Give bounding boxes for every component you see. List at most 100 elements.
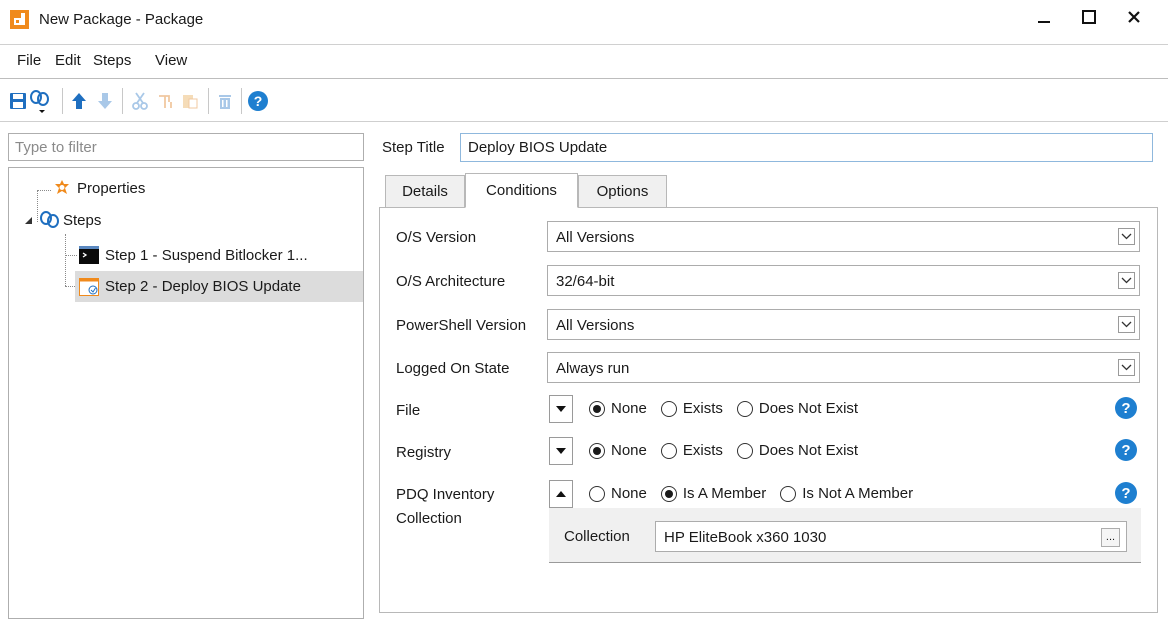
- collection-field[interactable]: HP EliteBook x360 1030 ...: [655, 521, 1127, 552]
- powershell-version-select[interactable]: All Versions: [547, 309, 1140, 340]
- help-icon[interactable]: ?: [1115, 397, 1137, 419]
- radio-dot: [589, 442, 605, 459]
- logged-on-state-select[interactable]: Always run: [547, 352, 1140, 383]
- collapse-arrow-icon[interactable]: [23, 215, 33, 225]
- registry-expand-toggle[interactable]: [549, 437, 573, 465]
- radio-label: Exists: [682, 400, 723, 417]
- tab-options[interactable]: Options: [578, 175, 667, 208]
- move-down-button[interactable]: [95, 91, 115, 111]
- logged-on-state-value: Always run: [556, 360, 630, 377]
- tab-details[interactable]: Details: [385, 175, 465, 208]
- add-step-button[interactable]: [28, 90, 54, 113]
- pdq-radio-is-not-a-member[interactable]: Is Not A Member: [780, 485, 913, 502]
- caret-down-icon: [556, 448, 566, 454]
- tree-connector: [65, 255, 77, 256]
- toolbar-separator: [241, 88, 242, 114]
- browse-collection-button[interactable]: ...: [1101, 528, 1120, 547]
- toolbar: ?: [0, 78, 1168, 122]
- pdq-inventory-expand-toggle[interactable]: [549, 480, 573, 508]
- maximize-button[interactable]: [1071, 2, 1107, 32]
- minimize-button[interactable]: [1026, 2, 1062, 32]
- filter-input[interactable]: [9, 134, 363, 160]
- filter-box: [8, 133, 364, 161]
- radio-dot: [736, 400, 753, 417]
- chevron-down-icon: [1118, 272, 1135, 289]
- file-expand-toggle[interactable]: [549, 395, 573, 423]
- registry-radio-does-not-exist[interactable]: Does Not Exist: [736, 442, 859, 459]
- radio-dot: [589, 485, 605, 502]
- menu-steps[interactable]: Steps: [93, 52, 131, 69]
- tree-connector: [65, 234, 66, 286]
- tree-connector: [37, 190, 51, 191]
- radio-label: None: [611, 485, 647, 502]
- registry-label: Registry: [396, 444, 452, 461]
- file-radio-exists[interactable]: Exists: [660, 400, 723, 417]
- powershell-icon: [79, 246, 99, 264]
- radio-label: Is Not A Member: [802, 485, 914, 502]
- steps-icon: [40, 211, 59, 228]
- tab-conditions[interactable]: Conditions: [465, 173, 578, 208]
- collection-label: Collection: [564, 528, 630, 545]
- chevron-down-icon: [1118, 228, 1135, 245]
- radio-label: Does Not Exist: [758, 400, 859, 417]
- radio-dot: [780, 485, 797, 502]
- chevron-down-icon: [1118, 316, 1135, 333]
- help-button[interactable]: ?: [248, 91, 268, 111]
- radio-dot: [589, 400, 605, 417]
- os-version-value: All Versions: [556, 229, 635, 246]
- menu-bar: File Edit Steps View: [0, 44, 1168, 78]
- copy-button[interactable]: [156, 91, 176, 111]
- package-tree: Properties Steps Step 1 - Suspend Bitloc…: [8, 167, 364, 619]
- cut-icon: [132, 92, 148, 110]
- logged-on-state-label: Logged On State: [396, 360, 510, 377]
- help-icon: ?: [248, 91, 268, 111]
- help-icon[interactable]: ?: [1115, 482, 1137, 504]
- pdq-radio-is-a-member[interactable]: Is A Member: [660, 485, 766, 502]
- window-title: New Package - Package: [39, 11, 204, 28]
- file-radio-does-not-exist[interactable]: Does Not Exist: [736, 400, 859, 417]
- radio-label: Exists: [682, 442, 723, 459]
- tree-item-step-1[interactable]: Step 1 - Suspend Bitlocker 1...: [77, 241, 363, 269]
- copy-icon: [159, 95, 172, 108]
- pdq-inventory-radio-group: None Is A Member Is Not A Member: [589, 485, 927, 502]
- radio-dot: [660, 442, 677, 459]
- tree-item-steps[interactable]: Steps: [23, 206, 101, 234]
- tree-item-properties[interactable]: Properties: [53, 174, 145, 202]
- radio-label: Does Not Exist: [758, 442, 859, 459]
- tree-item-step-2[interactable]: Step 2 - Deploy BIOS Update: [75, 271, 363, 302]
- save-button[interactable]: [8, 91, 28, 111]
- radio-label: None: [611, 442, 647, 459]
- install-step-icon: [79, 277, 99, 296]
- registry-radio-none[interactable]: None: [589, 442, 647, 459]
- os-architecture-select[interactable]: 32/64-bit: [547, 265, 1140, 296]
- move-down-icon: [98, 93, 112, 109]
- pdq-radio-none[interactable]: None: [589, 485, 647, 502]
- close-button[interactable]: [1116, 2, 1152, 32]
- cut-button[interactable]: [130, 91, 150, 111]
- menu-file[interactable]: File: [17, 52, 41, 69]
- help-icon[interactable]: ?: [1115, 439, 1137, 461]
- chevron-down-icon: [1118, 359, 1135, 376]
- registry-radio-exists[interactable]: Exists: [660, 442, 723, 459]
- caret-up-icon: [556, 491, 566, 497]
- step-title-input[interactable]: [461, 134, 1152, 161]
- close-icon: [1128, 11, 1140, 23]
- pdq-inventory-label-line2: Collection: [396, 510, 462, 527]
- pdq-inventory-label-line1: PDQ Inventory: [396, 486, 495, 503]
- move-up-icon: [72, 93, 86, 109]
- os-version-select[interactable]: All Versions: [547, 221, 1140, 252]
- toolbar-separator: [208, 88, 209, 114]
- paste-icon: [183, 95, 198, 109]
- delete-button[interactable]: [215, 91, 235, 111]
- properties-icon: [55, 180, 69, 194]
- tree-item-label: Step 2 - Deploy BIOS Update: [105, 278, 301, 295]
- move-up-button[interactable]: [69, 91, 89, 111]
- menu-view[interactable]: View: [155, 52, 187, 69]
- file-radio-none[interactable]: None: [589, 400, 647, 417]
- tree-item-label: Steps: [63, 211, 102, 229]
- paste-button[interactable]: [180, 91, 200, 111]
- powershell-version-label: PowerShell Version: [396, 317, 527, 334]
- os-version-label: O/S Version: [396, 229, 477, 246]
- maximize-icon: [1082, 10, 1096, 24]
- menu-edit[interactable]: Edit: [55, 52, 81, 69]
